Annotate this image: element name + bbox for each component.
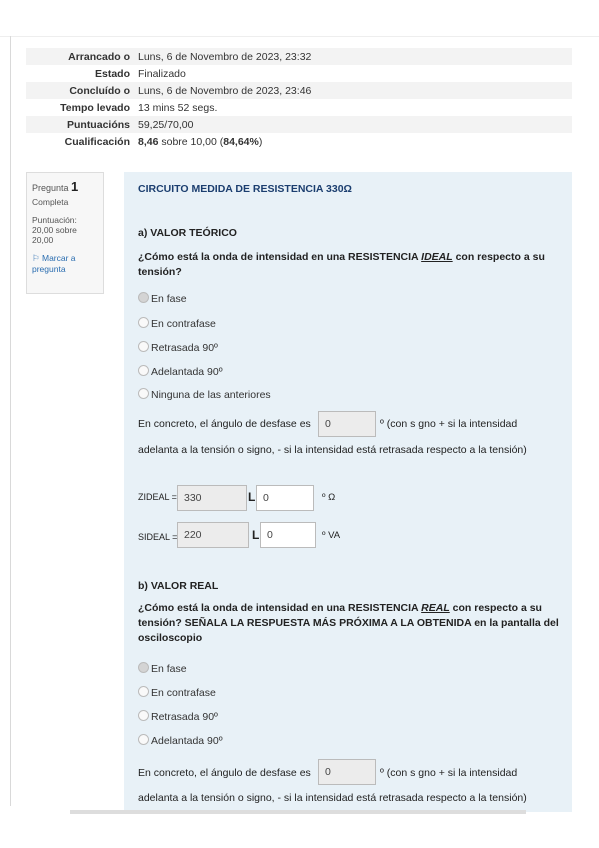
question-status: Completa	[32, 197, 69, 207]
angle-symbol: L	[248, 490, 256, 504]
prompt-emphasis: REAL	[421, 602, 450, 614]
prompt-text: ¿Cómo está la onda de intensidad en una …	[138, 602, 422, 614]
radio-icon[interactable]	[138, 388, 149, 399]
grade-value: 8,46 sobre 10,00 (84,64%)	[134, 133, 572, 150]
grade-scale: sobre 10,00 (	[158, 135, 224, 148]
question-label: Pregunta	[32, 183, 69, 193]
option-en-fase[interactable]: En fase	[138, 292, 187, 305]
radio-icon[interactable]	[138, 317, 149, 328]
question-number-value: 1	[71, 179, 79, 194]
option-ninguna[interactable]: Ninguna de las anteriores	[138, 388, 271, 401]
option-b-en-contrafase[interactable]: En contrafase	[138, 686, 216, 699]
summary-label: Puntuacións	[66, 118, 130, 131]
option-en-contrafase[interactable]: En contrafase	[138, 317, 216, 330]
radio-icon[interactable]	[138, 686, 149, 697]
summary-label: Cualificación	[64, 135, 130, 148]
question-title: CIRCUITO MEDIDA DE RESISTENCIA 330Ω	[138, 183, 352, 195]
section-b-prompt: ¿Cómo está la onda de intensidad en una …	[138, 601, 563, 646]
radio-icon[interactable]	[138, 710, 149, 721]
summary-row: Puntuacións 59,25/70,00	[26, 116, 572, 133]
option-b-adelantada[interactable]: Adelantada 90º	[138, 734, 223, 747]
option-label: Adelantada 90º	[151, 366, 223, 378]
summary-row: Tempo levado 13 mins 52 segs.	[26, 99, 572, 116]
option-label: En fase	[151, 663, 187, 675]
z-ideal-input[interactable]: 330	[177, 485, 247, 511]
summary-value: 13 mins 52 segs.	[138, 101, 218, 114]
desfase-text-b: En concreto, el ángulo de desfase es	[138, 767, 311, 779]
z-unit: º Ω	[322, 492, 336, 503]
option-label: Adelantada 90º	[151, 735, 223, 747]
radio-icon[interactable]	[138, 734, 149, 745]
desfase-input-a[interactable]: 0	[318, 411, 376, 437]
option-label: En contrafase	[151, 318, 216, 330]
summary-value: 59,25/70,00	[138, 118, 194, 131]
summary-row: Estado Finalizado	[26, 65, 572, 82]
summary-label: Arrancado o	[68, 50, 130, 63]
question-info-box: Pregunta 1 Completa Puntuación: 20,00 so…	[26, 172, 104, 294]
s-unit: º VA	[322, 530, 341, 541]
option-b-en-fase[interactable]: En fase	[138, 662, 187, 675]
summary-row: Concluído o Luns, 6 de Novembro de 2023, …	[26, 82, 572, 99]
horizontal-scrollbar[interactable]	[70, 810, 526, 814]
desfase-line2-a: adelanta a la tensión o signo, - si la i…	[138, 444, 527, 456]
section-a-title: a) VALOR TEÓRICO	[138, 227, 237, 239]
summary-label: Concluído o	[69, 84, 130, 97]
summary-value: Luns, 6 de Novembro de 2023, 23:46	[138, 84, 312, 97]
option-b-retrasada[interactable]: Retrasada 90º	[138, 710, 218, 723]
z-ideal-label: ZIDEAL =	[138, 492, 177, 502]
angle-symbol: L	[252, 528, 260, 542]
prompt-text: ¿Cómo está la onda de intensidad en una …	[138, 251, 422, 263]
option-retrasada[interactable]: Retrasada 90º	[138, 341, 218, 354]
attempt-summary-table: Arrancado o Luns, 6 de Novembro de 2023, …	[26, 48, 572, 150]
desfase-text-b-after: º (con s gno + si la intensidad	[380, 767, 518, 779]
desfase-line2-b: adelanta a la tensión o signo, - si la i…	[138, 792, 527, 804]
summary-value: Luns, 6 de Novembro de 2023, 23:32	[138, 50, 312, 63]
section-a-prompt: ¿Cómo está la onda de intensidad en una …	[138, 250, 548, 280]
radio-icon[interactable]	[138, 341, 149, 352]
grade-close: )	[258, 135, 263, 148]
summary-row: Arrancado o Luns, 6 de Novembro de 2023, …	[26, 48, 572, 65]
grade-score: 8,46	[138, 135, 159, 148]
grade-percent: 84,64%	[223, 135, 259, 148]
flag-question-link[interactable]: ⚐ Marcar a pregunta	[32, 253, 98, 274]
flag-icon: ⚐	[32, 253, 40, 263]
option-label: En fase	[151, 293, 187, 305]
section-b-title: b) VALOR REAL	[138, 580, 219, 592]
summary-row: Cualificación 8,46 sobre 10,00 (84,64%)	[26, 133, 572, 150]
desfase-text-a: En concreto, el ángulo de desfase es	[138, 418, 311, 430]
question-content: CIRCUITO MEDIDA DE RESISTENCIA 330Ω a) V…	[124, 172, 572, 812]
question-number: Pregunta 1	[32, 179, 98, 194]
top-bar	[0, 0, 599, 37]
s-ideal-label: SIDEAL =	[138, 532, 178, 542]
option-label: Ninguna de las anteriores	[151, 389, 271, 401]
option-label: Retrasada 90º	[151, 342, 218, 354]
option-adelantada[interactable]: Adelantada 90º	[138, 365, 223, 378]
question-score: Puntuación: 20,00 sobre 20,00	[32, 215, 77, 245]
s-angle-input[interactable]: 0	[260, 522, 316, 548]
option-label: Retrasada 90º	[151, 711, 218, 723]
prompt-emphasis: IDEAL	[421, 251, 453, 263]
option-label: En contrafase	[151, 687, 216, 699]
desfase-input-b[interactable]: 0	[318, 759, 376, 785]
left-divider	[10, 36, 11, 806]
radio-icon[interactable]	[138, 365, 149, 376]
summary-value: Finalizado	[138, 67, 186, 80]
radio-selected-icon[interactable]	[138, 662, 149, 673]
summary-label: Estado	[94, 67, 130, 80]
desfase-text-a-after: º (con s gno + si la intensidad	[380, 418, 518, 430]
radio-selected-icon[interactable]	[138, 292, 149, 303]
summary-label: Tempo levado	[60, 101, 130, 114]
z-angle-input[interactable]: 0	[256, 485, 314, 511]
s-ideal-input[interactable]: 220	[177, 522, 249, 548]
